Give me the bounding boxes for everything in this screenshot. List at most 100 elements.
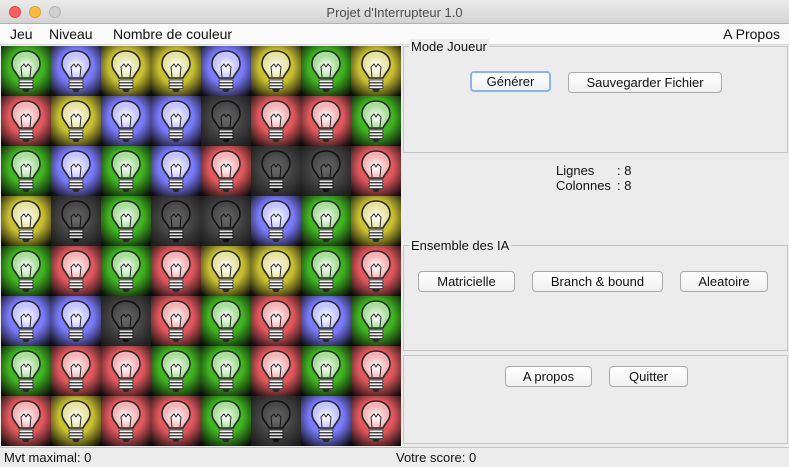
bulb-on-cell[interactable] — [51, 346, 101, 396]
bulb-on-cell[interactable] — [201, 246, 251, 296]
lightbulb-icon — [211, 100, 241, 142]
bulb-off-cell[interactable] — [201, 196, 251, 246]
bulb-on-cell[interactable] — [351, 196, 401, 246]
bulb-on-cell[interactable] — [151, 346, 201, 396]
bulb-off-cell[interactable] — [251, 146, 301, 196]
bulb-on-cell[interactable] — [351, 296, 401, 346]
lightbulb-icon — [61, 250, 91, 292]
bulb-on-cell[interactable] — [101, 396, 151, 446]
a-propos-button[interactable]: A propos — [505, 366, 592, 387]
bulb-on-cell[interactable] — [201, 146, 251, 196]
quitter-button[interactable]: Quitter — [609, 366, 688, 387]
colonnes-value: : 8 — [617, 178, 632, 193]
lightbulb-icon — [111, 400, 141, 442]
bulb-on-cell[interactable] — [351, 46, 401, 96]
bulb-on-cell[interactable] — [1, 46, 51, 96]
bulb-on-cell[interactable] — [351, 146, 401, 196]
score-status: Votre score: 0 — [396, 450, 477, 465]
bulb-on-cell[interactable] — [1, 96, 51, 146]
bulb-on-cell[interactable] — [101, 146, 151, 196]
bulb-on-cell[interactable] — [151, 246, 201, 296]
lightbulb-icon — [361, 200, 391, 242]
bulb-on-cell[interactable] — [351, 246, 401, 296]
bulb-on-cell[interactable] — [101, 346, 151, 396]
bulb-on-cell[interactable] — [151, 396, 201, 446]
bulb-on-cell[interactable] — [1, 396, 51, 446]
lightbulb-icon — [161, 150, 191, 192]
bulb-off-cell[interactable] — [201, 96, 251, 146]
mode-joueur-panel: Mode Joueur Générer Sauvegarder Fichier — [403, 39, 788, 153]
bulb-on-cell[interactable] — [51, 296, 101, 346]
lightbulb-icon — [261, 200, 291, 242]
colonnes-label: Colonnes — [556, 178, 611, 193]
bulb-on-cell[interactable] — [1, 346, 51, 396]
bulb-on-cell[interactable] — [301, 296, 351, 346]
bulb-on-cell[interactable] — [1, 146, 51, 196]
title-bar[interactable]: Projet d'Interrupteur 1.0 — [0, 0, 789, 24]
lightbulb-icon — [211, 300, 241, 342]
branch-bound-button[interactable]: Branch & bound — [532, 271, 663, 292]
lightbulb-icon — [161, 350, 191, 392]
lightbulb-icon — [11, 200, 41, 242]
lightbulb-icon — [11, 100, 41, 142]
bulb-off-cell[interactable] — [101, 296, 151, 346]
bulb-on-cell[interactable] — [351, 396, 401, 446]
bulb-on-cell[interactable] — [301, 96, 351, 146]
bulb-on-cell[interactable] — [251, 46, 301, 96]
sauvegarder-fichier-button[interactable]: Sauvegarder Fichier — [568, 72, 722, 93]
bulb-on-cell[interactable] — [251, 296, 301, 346]
lightbulb-icon — [361, 350, 391, 392]
bulb-on-cell[interactable] — [301, 346, 351, 396]
bulb-on-cell[interactable] — [151, 296, 201, 346]
bulb-on-cell[interactable] — [301, 396, 351, 446]
bulb-on-cell[interactable] — [301, 246, 351, 296]
bulb-on-cell[interactable] — [51, 396, 101, 446]
bulb-on-cell[interactable] — [101, 46, 151, 96]
bulb-on-cell[interactable] — [351, 346, 401, 396]
lightbulb-icon — [311, 300, 341, 342]
lightbulb-icon — [111, 100, 141, 142]
bulb-on-cell[interactable] — [51, 146, 101, 196]
bulb-on-cell[interactable] — [201, 46, 251, 96]
bulb-off-cell[interactable] — [251, 396, 301, 446]
bulb-on-cell[interactable] — [251, 196, 301, 246]
window-title: Projet d'Interrupteur 1.0 — [326, 5, 463, 20]
bulb-on-cell[interactable] — [301, 196, 351, 246]
bulb-on-cell[interactable] — [301, 46, 351, 96]
bulb-on-cell[interactable] — [351, 96, 401, 146]
bulb-on-cell[interactable] — [1, 246, 51, 296]
menu-jeu[interactable]: Jeu — [10, 26, 33, 42]
bulb-off-cell[interactable] — [301, 146, 351, 196]
bulb-on-cell[interactable] — [251, 96, 301, 146]
bulb-off-cell[interactable] — [151, 196, 201, 246]
bulb-on-cell[interactable] — [201, 296, 251, 346]
menu-a-propos[interactable]: A Propos — [723, 26, 780, 42]
bulb-on-cell[interactable] — [251, 346, 301, 396]
lightbulb-icon — [61, 50, 91, 92]
bulb-on-cell[interactable] — [51, 46, 101, 96]
generer-button[interactable]: Générer — [470, 71, 551, 92]
matricielle-button[interactable]: Matricielle — [418, 271, 515, 292]
lightbulb-icon — [111, 350, 141, 392]
bulb-on-cell[interactable] — [151, 96, 201, 146]
bulb-on-cell[interactable] — [201, 346, 251, 396]
menu-nombre-de-couleur[interactable]: Nombre de couleur — [113, 26, 232, 42]
bulb-on-cell[interactable] — [1, 196, 51, 246]
bulb-on-cell[interactable] — [151, 146, 201, 196]
aleatoire-button[interactable]: Aleatoire — [680, 271, 768, 292]
bulb-on-cell[interactable] — [101, 196, 151, 246]
lightbulb-icon — [61, 300, 91, 342]
bulb-on-cell[interactable] — [51, 96, 101, 146]
lightbulb-icon — [161, 50, 191, 92]
bulb-on-cell[interactable] — [1, 296, 51, 346]
menu-niveau[interactable]: Niveau — [49, 26, 93, 42]
bulb-on-cell[interactable] — [101, 246, 151, 296]
bulb-on-cell[interactable] — [151, 46, 201, 96]
lightbulb-icon — [311, 250, 341, 292]
bulb-on-cell[interactable] — [251, 246, 301, 296]
bulb-on-cell[interactable] — [101, 96, 151, 146]
bulb-on-cell[interactable] — [201, 396, 251, 446]
bulb-on-cell[interactable] — [51, 246, 101, 296]
lightbulb-icon — [261, 300, 291, 342]
bulb-off-cell[interactable] — [51, 196, 101, 246]
